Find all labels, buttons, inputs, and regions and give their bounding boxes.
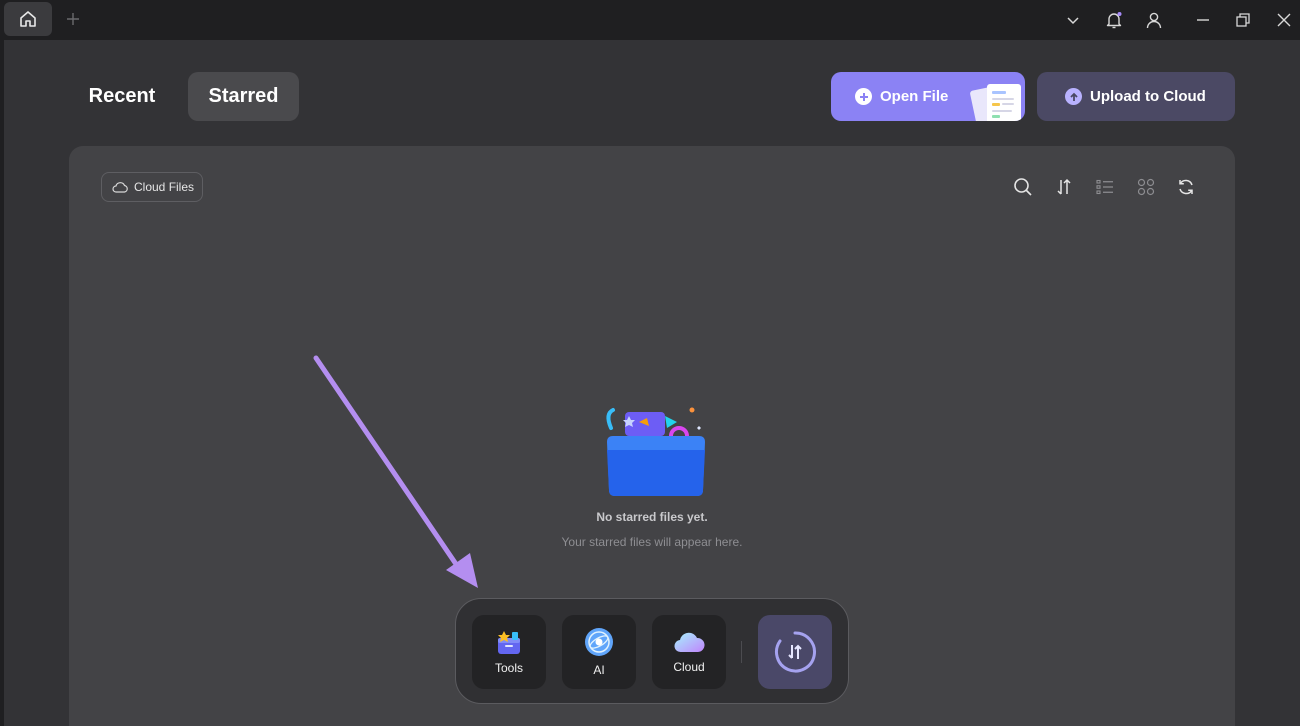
notifications-button[interactable] (1100, 6, 1128, 34)
refresh-icon (1179, 179, 1193, 195)
tab-starred[interactable]: Starred (188, 72, 299, 121)
bell-icon (1106, 12, 1122, 29)
documents-illustration-icon (970, 84, 1021, 121)
dock-tools-button[interactable]: Tools (472, 615, 546, 689)
dropdown-button[interactable] (1059, 6, 1087, 34)
cloud-files-label: Cloud Files (134, 180, 195, 194)
refresh-button[interactable] (1173, 174, 1199, 200)
upload-to-cloud-label: Upload to Cloud (1090, 88, 1206, 105)
upload-arrow-icon (1065, 88, 1082, 105)
cloud-icon (674, 632, 705, 653)
sort-button[interactable] (1051, 174, 1077, 200)
minimize-icon (1197, 19, 1209, 21)
open-file-button[interactable]: Open File (831, 72, 1025, 121)
dock-cloud-label: Cloud (673, 660, 705, 674)
restore-button[interactable] (1229, 6, 1257, 34)
chevron-down-icon (1067, 17, 1079, 25)
cloud-files-button[interactable]: Cloud Files (101, 172, 203, 202)
empty-state-subtitle: Your starred files will appear here. (561, 535, 743, 549)
restore-icon (1236, 13, 1250, 27)
cloud-outline-icon (112, 182, 128, 193)
dock-toggle-button[interactable] (758, 615, 832, 689)
home-tab[interactable] (4, 2, 52, 36)
upload-to-cloud-button[interactable]: Upload to Cloud (1037, 72, 1235, 121)
empty-folder-illustration (606, 407, 705, 496)
plus-icon (67, 13, 79, 25)
dock-ai-label: AI (593, 663, 605, 677)
dock-cloud-button[interactable]: Cloud (652, 615, 726, 689)
dock-tools-label: Tools (494, 661, 523, 675)
new-tab-button[interactable] (62, 8, 84, 30)
search-button[interactable] (1010, 174, 1036, 200)
annotation-arrow (313, 355, 478, 588)
close-icon (1277, 13, 1291, 27)
search-icon (1014, 178, 1032, 196)
title-bar (0, 0, 1300, 40)
list-view-button[interactable] (1092, 174, 1118, 200)
user-icon (1146, 12, 1162, 29)
collapse-icon (775, 631, 816, 673)
open-file-label: Open File (880, 88, 949, 105)
tools-icon (498, 631, 520, 654)
window-edge (0, 40, 4, 726)
grid-view-icon (1137, 178, 1155, 196)
tab-recent-label: Recent (88, 85, 156, 107)
sort-icon (1057, 178, 1071, 195)
minimize-button[interactable] (1189, 6, 1217, 34)
quick-dock: Tools AI Cloud (455, 598, 849, 704)
ai-icon (585, 628, 613, 656)
home-icon (20, 11, 36, 27)
grid-view-button[interactable] (1133, 174, 1159, 200)
dock-separator (741, 641, 742, 663)
dock-ai-button[interactable]: AI (562, 615, 636, 689)
close-button[interactable] (1270, 6, 1298, 34)
tab-starred-label: Starred (208, 85, 279, 107)
list-view-icon (1096, 179, 1113, 195)
plus-circle-icon (855, 88, 872, 105)
tab-recent[interactable]: Recent (74, 72, 170, 121)
empty-state-title: No starred files yet. (596, 510, 708, 524)
account-button[interactable] (1140, 6, 1168, 34)
